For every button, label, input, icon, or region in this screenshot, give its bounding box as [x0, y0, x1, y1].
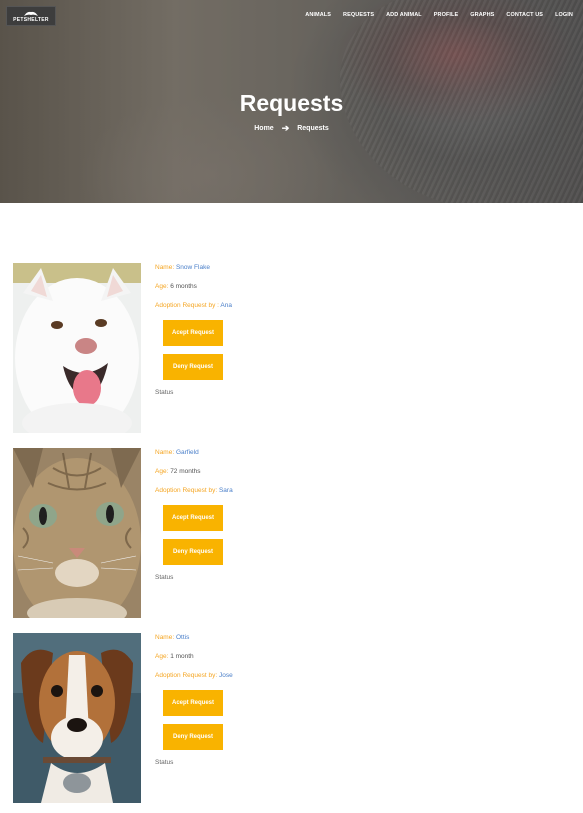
animal-name[interactable]: Snow Flake — [176, 264, 210, 271]
page-title: Requests — [239, 90, 344, 116]
nav-graphs[interactable]: GRAPHS — [470, 12, 494, 18]
beagle-photo — [13, 633, 141, 803]
requester-name[interactable]: Ana — [220, 302, 232, 309]
status-text: Status — [155, 759, 174, 766]
age-label: Age: — [155, 283, 169, 290]
main-nav: ANIMALS REQUESTS ADD ANIMAL PROFILE GRAP… — [293, 12, 573, 18]
nav-requests[interactable]: REQUESTS — [343, 12, 374, 18]
adoption-by-label: Adoption Request by : — [155, 302, 219, 309]
logo[interactable]: PETSHELTER — [6, 6, 56, 26]
requester-name[interactable]: Jose — [219, 672, 233, 679]
deny-request-button[interactable]: Deny Request — [163, 354, 223, 380]
breadcrumb-home[interactable]: Home — [254, 125, 273, 132]
accept-request-button[interactable]: Acept Request — [163, 320, 223, 346]
requester-name[interactable]: Sara — [219, 487, 233, 494]
animal-age: 6 months — [170, 283, 197, 290]
request-card: Name: Snow Flake Age: 6 months Adoption … — [13, 263, 573, 433]
paw-logo-icon — [24, 11, 38, 16]
animal-age: 1 month — [170, 653, 194, 660]
name-label: Name: — [155, 449, 175, 456]
name-label: Name: — [155, 634, 175, 641]
animal-age: 72 months — [170, 468, 201, 475]
hero-banner: PETSHELTER ANIMALS REQUESTS ADD ANIMAL P… — [0, 0, 583, 203]
tabby-cat-photo — [13, 448, 141, 618]
age-label: Age: — [155, 468, 169, 475]
adoption-by-label: Adoption Request by: — [155, 672, 218, 679]
animal-photo — [13, 448, 141, 618]
nav-profile[interactable]: PROFILE — [434, 12, 459, 18]
request-card: Name: Ottis Age: 1 month Adoption Reques… — [13, 633, 573, 803]
animal-name[interactable]: Ottis — [176, 634, 189, 641]
status-text: Status — [155, 389, 174, 396]
animal-name[interactable]: Garfield — [176, 449, 199, 456]
request-card: Name: Garfield Age: 72 months Adoption R… — [13, 448, 573, 618]
logo-text: PETSHELTER — [13, 16, 49, 23]
nav-animals[interactable]: ANIMALS — [305, 12, 331, 18]
status-text: Status — [155, 574, 174, 581]
deny-request-button[interactable]: Deny Request — [163, 724, 223, 750]
name-label: Name: — [155, 264, 175, 271]
animal-photo — [13, 263, 141, 433]
breadcrumb-current: Requests — [297, 125, 329, 132]
nav-contact-us[interactable]: CONTACT US — [506, 12, 543, 18]
deny-request-button[interactable]: Deny Request — [163, 539, 223, 565]
adoption-by-label: Adoption Request by: — [155, 487, 218, 494]
age-label: Age: — [155, 653, 169, 660]
nav-login[interactable]: LOGIN — [555, 12, 573, 18]
breadcrumb: Home ➔ Requests — [0, 123, 583, 133]
nav-add-animal[interactable]: ADD ANIMAL — [386, 12, 422, 18]
white-dog-photo — [13, 263, 141, 433]
accept-request-button[interactable]: Acept Request — [163, 505, 223, 531]
accept-request-button[interactable]: Acept Request — [163, 690, 223, 716]
arrow-right-icon: ➔ — [281, 123, 290, 133]
animal-photo — [13, 633, 141, 803]
